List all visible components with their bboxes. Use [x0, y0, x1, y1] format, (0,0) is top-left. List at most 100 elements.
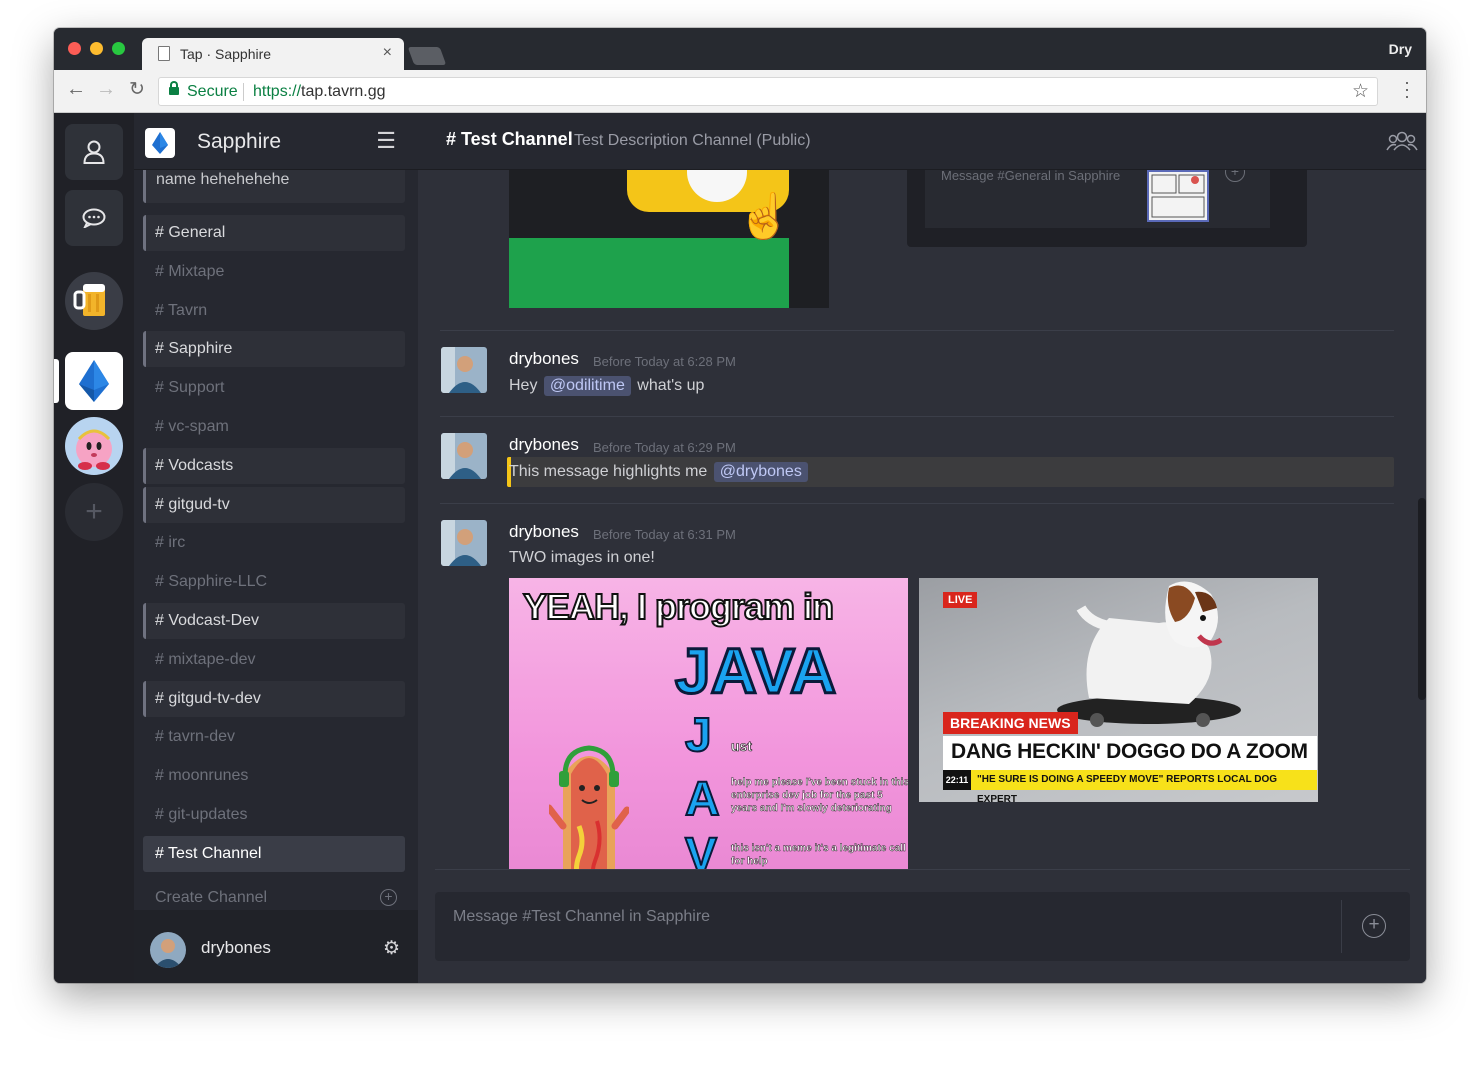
user-mention[interactable]: @drybones [713, 462, 808, 482]
embed-composer-preview: Message #General in Sapphire + [925, 170, 1270, 228]
browser-toolbar: ← → ↻ Secure https://tap.tavrn.gg ☆ · · · [54, 70, 1426, 113]
maximize-window-button[interactable] [112, 42, 125, 55]
url-text[interactable]: https://tap.tavrn.gg [253, 83, 386, 101]
server-kirby[interactable] [65, 417, 123, 475]
avatar[interactable] [150, 932, 186, 968]
message-divider [440, 503, 1394, 504]
message-author[interactable]: drybones [509, 522, 579, 542]
page-icon [158, 46, 170, 61]
main-chat: # Test Channel Test Description Channel … [418, 113, 1426, 983]
forward-arrow-icon[interactable]: → [96, 78, 116, 101]
channel-item-long[interactable]: # This is a really long channel name heh… [143, 170, 405, 203]
channel-item[interactable]: # Mixtape [143, 254, 405, 290]
server-sapphire[interactable] [65, 352, 123, 410]
image-shape-green [509, 238, 789, 308]
browser-tab[interactable]: Tap · Sapphire × [142, 38, 404, 70]
tab-close-icon[interactable]: × [383, 44, 392, 62]
channel-item[interactable]: # Sapphire-LLC [143, 564, 405, 600]
channel-item[interactable]: # General [143, 215, 405, 251]
news-headline: DANG HECKIN' DOGGO DO A ZOOM [943, 736, 1317, 770]
channel-item[interactable]: # Test Channel [143, 835, 405, 872]
channel-item[interactable]: # vc-spam [143, 409, 405, 445]
message-avatar-image [441, 347, 487, 393]
message-composer[interactable]: Message #Test Channel in Sapphire + [435, 892, 1410, 961]
beer-mug-icon [73, 284, 105, 316]
meme-small-text-2: this isn't a meme it's a legitimate call… [731, 843, 906, 867]
message-timestamp: Before Today at 6:28 PM [593, 354, 736, 369]
sapphire-gem-icon [152, 132, 168, 154]
add-server-button[interactable]: + [65, 483, 123, 541]
attached-image-java-meme[interactable]: YEAH, I program in JAVA J ust A help me … [509, 578, 908, 870]
embed-thumbnail [1147, 170, 1209, 222]
reload-icon[interactable]: ↻ [129, 78, 145, 101]
previous-message-embed: Message #General in Sapphire + [907, 170, 1307, 247]
avatar[interactable] [441, 520, 487, 566]
message-divider [440, 416, 1394, 417]
attach-plus-icon[interactable]: + [1362, 914, 1386, 938]
comic-thumbnail-image [1151, 174, 1205, 218]
menu-icon[interactable]: ☰ [376, 128, 396, 154]
back-arrow-icon[interactable]: ← [66, 78, 86, 101]
channel-item[interactable]: # git-updates [143, 797, 405, 833]
message-body: This message highlights me @drybones [509, 462, 810, 482]
message-author[interactable]: drybones [509, 349, 579, 369]
meme-letter-v: V [684, 828, 718, 870]
message-text: This message highlights me [509, 463, 708, 480]
bookmark-star-icon[interactable]: ☆ [1352, 80, 1369, 103]
channel-item[interactable]: # Sapphire [143, 331, 405, 368]
server-tavrn[interactable] [65, 272, 123, 330]
message-input[interactable]: Message #Test Channel in Sapphire [453, 908, 710, 926]
new-tab-button[interactable] [407, 47, 447, 65]
news-ticker-time: 22:11 [943, 770, 971, 790]
breaking-news-label: BREAKING NEWS [943, 712, 1078, 734]
lock-icon [169, 81, 179, 95]
profile-button[interactable] [65, 124, 123, 180]
message-body: TWO images in one! [509, 549, 655, 567]
browser-window: Tap · Sapphire × Dry ← → ↻ Secure https:… [54, 28, 1426, 983]
server-rail: + [54, 113, 134, 983]
channel-item[interactable]: # mixtape-dev [143, 642, 405, 678]
address-bar[interactable]: Secure https://tap.tavrn.gg ☆ [158, 77, 1378, 106]
browser-menu-icon[interactable]: · · · [1404, 73, 1410, 105]
avatar[interactable] [441, 433, 487, 479]
url-host: tap.tavrn.gg [301, 83, 386, 100]
secure-label: Secure [187, 83, 238, 100]
direct-messages-button[interactable] [65, 190, 123, 246]
browser-profile-name[interactable]: Dry [1389, 41, 1412, 57]
message-timestamp: Before Today at 6:31 PM [593, 527, 736, 542]
attached-image-breaking-news[interactable]: LIVE BREAKING NEWS DANG HECKIN' DOGGO DO… [919, 578, 1318, 802]
avatar[interactable] [441, 347, 487, 393]
close-window-button[interactable] [68, 42, 81, 55]
meme-small-text-1: help me please I've been stuck in this e… [731, 777, 908, 814]
previous-message-image[interactable]: ☝ [509, 170, 829, 308]
message-text: TWO images in one! [509, 549, 655, 566]
news-ticker-text: "HE SURE IS DOING A SPEEDY MOVE" REPORTS… [977, 774, 1278, 802]
channel-item[interactable]: # irc [143, 525, 405, 561]
channel-description: Test Description Channel (Public) [574, 132, 811, 149]
gear-icon[interactable]: ⚙ [383, 937, 400, 960]
channel-item[interactable]: # Tavrn [143, 293, 405, 329]
tab-title: Tap · Sapphire [180, 46, 272, 62]
news-ticker: 22:11 "HE SURE IS DOING A SPEEDY MOVE" R… [943, 770, 1317, 802]
message-avatar-image [441, 520, 487, 566]
channel-item[interactable]: # tavrn-dev [143, 719, 405, 755]
channel-item[interactable]: # Vodcasts [143, 447, 405, 484]
create-channel-button[interactable]: Create Channel + [143, 880, 405, 910]
users-icon[interactable] [1386, 131, 1418, 151]
channel-item[interactable]: # Support [143, 370, 405, 406]
browser-titlebar: Tap · Sapphire × Dry [54, 28, 1426, 70]
channel-item[interactable]: # gitgud-tv [143, 486, 405, 523]
user-mention[interactable]: @odilitime [543, 376, 631, 396]
meme-text-line1: YEAH, I program in [522, 585, 835, 628]
minimize-window-button[interactable] [90, 42, 103, 55]
kirby-avatar-icon [76, 429, 112, 470]
channel-item[interactable]: # Vodcast-Dev [143, 603, 405, 639]
message-text: Hey [509, 377, 538, 394]
channel-item[interactable]: # moonrunes [143, 758, 405, 794]
message-author[interactable]: drybones [509, 435, 579, 455]
user-bar: drybones ⚙ [134, 910, 418, 983]
create-channel-label: Create Channel [155, 889, 268, 906]
plus-icon: + [1225, 170, 1245, 182]
channel-item[interactable]: # gitgud-tv-dev [143, 680, 405, 717]
message-scrollbar[interactable] [1418, 498, 1426, 700]
